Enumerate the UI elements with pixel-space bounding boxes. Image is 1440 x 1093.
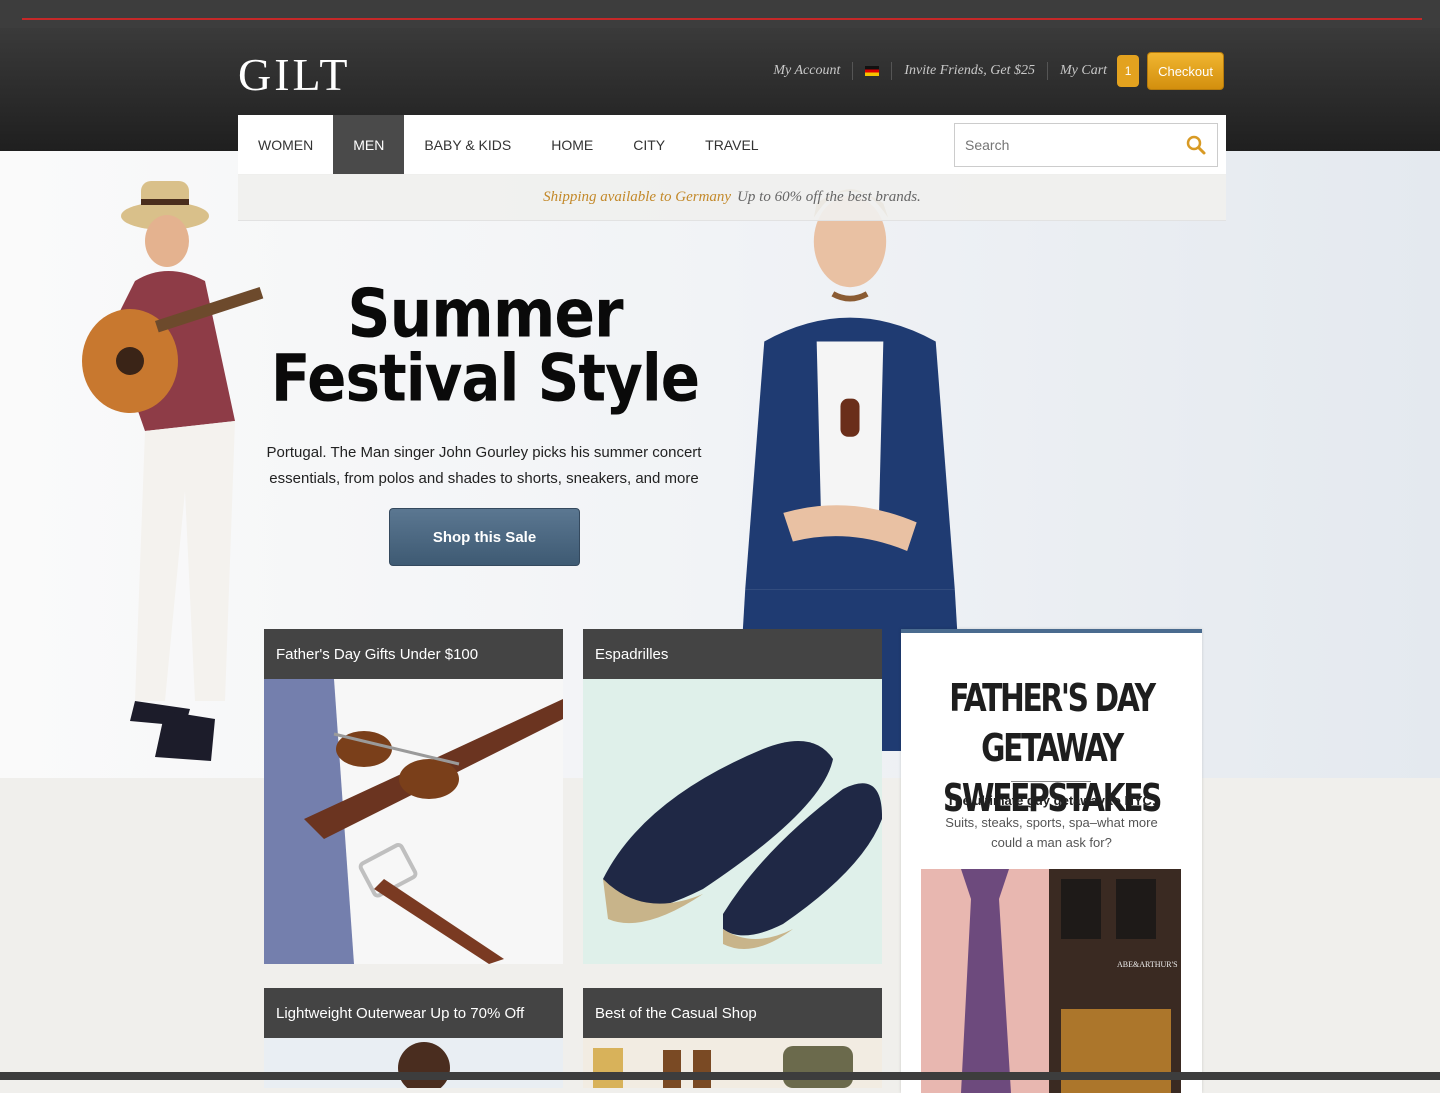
sweepstakes-photo: ABE&ARTHUR'S	[921, 869, 1181, 1093]
search-input[interactable]	[955, 136, 1167, 154]
promo-banner: Shipping available to Germany Up to 60% …	[238, 174, 1226, 221]
cart-count-badge[interactable]: 1	[1117, 55, 1140, 87]
guitarist-photo	[82, 181, 264, 761]
outerwear-photo	[264, 1038, 563, 1088]
shipping-notice[interactable]: Shipping available to Germany	[543, 189, 731, 206]
nav-item-home[interactable]: HOME	[531, 115, 613, 174]
tile-label: Father's Day Gifts Under $100	[264, 629, 563, 679]
bottom-strip	[0, 1072, 1440, 1080]
gilt-logo[interactable]: GILT	[238, 52, 351, 98]
hero-title-line-2: Festival Style	[270, 339, 700, 417]
hero-subtitle: Portugal. The Man singer John Gourley pi…	[266, 444, 702, 487]
shop-this-sale-button[interactable]: Shop this Sale	[389, 508, 580, 566]
restaurant-sign: ABE&ARTHUR'S	[1117, 960, 1178, 969]
divider	[852, 62, 854, 80]
nav-item-women[interactable]: WOMEN	[238, 115, 333, 174]
promo-tagline: Up to 60% off the best brands.	[737, 188, 921, 205]
sweepstakes-description: Suits, steaks, sports, spa–what more cou…	[945, 815, 1158, 850]
hero-title: Summer Festival Style	[255, 278, 715, 414]
divider	[891, 62, 893, 80]
casual-shop-photo	[583, 1038, 882, 1088]
sweepstakes-title-line-1: FATHER'S DAY GETAWAY	[949, 676, 1156, 770]
sweepstakes-panel[interactable]: FATHER'S DAY GETAWAY SWEEPSTAKES The ult…	[901, 629, 1202, 1093]
divider	[1011, 781, 1091, 782]
nav-item-travel[interactable]: TRAVEL	[685, 115, 778, 174]
nav-item-baby-kids[interactable]: BABY & KIDS	[404, 115, 531, 174]
divider	[1047, 62, 1049, 80]
germany-flag-icon[interactable]	[865, 66, 880, 76]
espadrilles-photo	[583, 679, 882, 964]
tile-fathers-day-gifts[interactable]: Father's Day Gifts Under $100	[264, 629, 563, 964]
sunglasses-belt-photo	[264, 679, 563, 964]
tile-label: Lightweight Outerwear Up to 70% Off	[264, 988, 563, 1038]
tile-espadrilles[interactable]: Espadrilles	[583, 629, 882, 964]
search-icon[interactable]	[1185, 134, 1207, 156]
search-box	[954, 123, 1218, 167]
top-red-line	[22, 18, 1422, 20]
checkout-button[interactable]: Checkout	[1147, 52, 1224, 90]
main-nav: WOMEN MEN BABY & KIDS HOME CITY TRAVEL	[238, 115, 1226, 175]
nav-item-men[interactable]: MEN	[333, 115, 405, 174]
utility-bar: My Account Invite Friends, Get $25 My Ca…	[773, 52, 1224, 90]
my-account-link[interactable]: My Account	[773, 63, 840, 79]
sweepstakes-lead: The ultimate guy getaway to NYC:	[946, 793, 1157, 808]
invite-friends-link[interactable]: Invite Friends, Get $25	[904, 63, 1035, 79]
top-strip	[0, 0, 1440, 30]
my-cart-link[interactable]: My Cart	[1060, 63, 1107, 79]
tile-label: Best of the Casual Shop	[583, 988, 882, 1038]
tile-label: Espadrilles	[583, 629, 882, 679]
nav-item-city[interactable]: CITY	[613, 115, 685, 174]
